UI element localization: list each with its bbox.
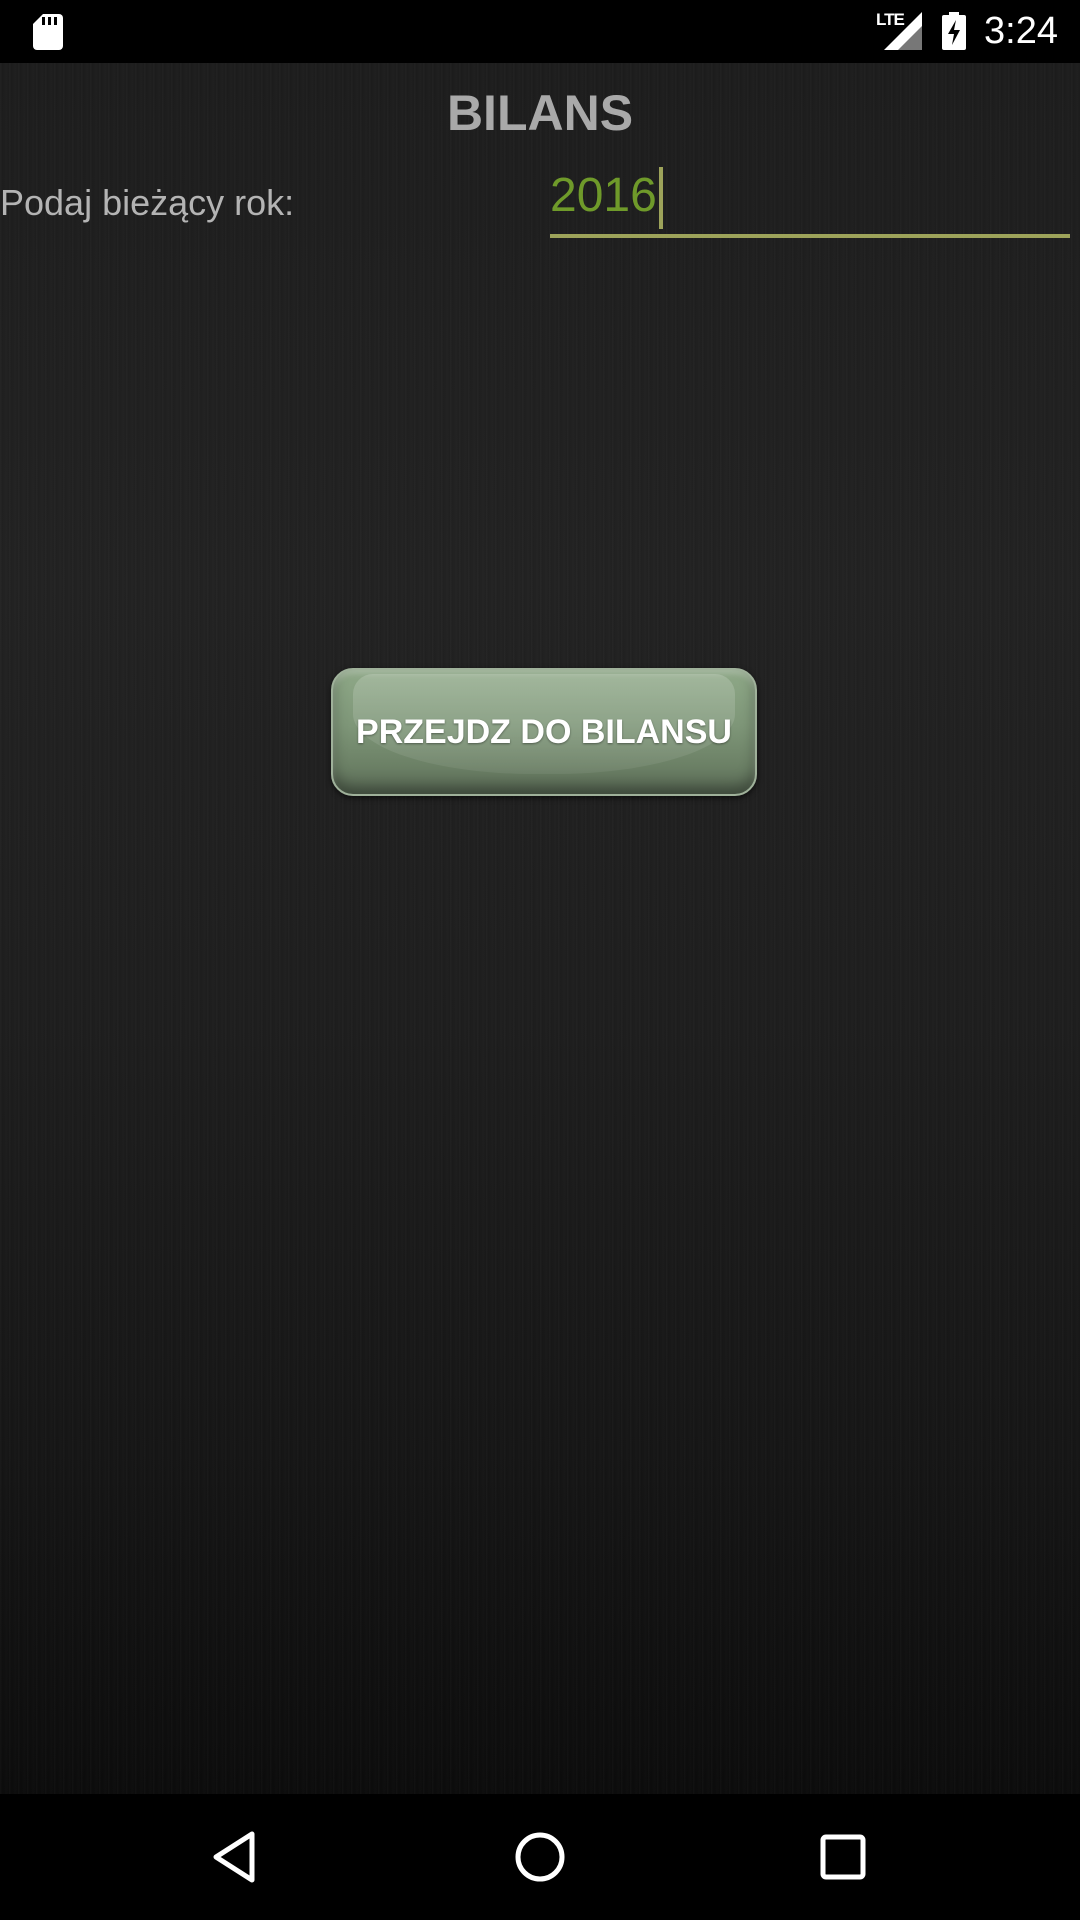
- sd-card-icon: [33, 14, 63, 50]
- text-cursor: [658, 167, 663, 230]
- year-label: Podaj bieżący rok:: [0, 182, 295, 223]
- status-bar: LTE 3:24: [0, 0, 1080, 63]
- app-content: BILANS Podaj bieżący rok: 2016 PRZEJDZ D…: [0, 63, 1080, 1794]
- battery-charging-icon: [942, 12, 966, 50]
- page-title: BILANS: [446, 85, 634, 141]
- home-icon[interactable]: [507, 1824, 573, 1890]
- screen: LTE 3:24 BILANS Podaj bieżący rok: 2016 …: [0, 0, 1080, 1920]
- clock: 3:24: [984, 10, 1058, 52]
- year-input[interactable]: 2016: [550, 158, 1070, 238]
- recents-icon[interactable]: [810, 1824, 876, 1890]
- navigation-bar: [0, 1794, 1080, 1920]
- year-value: 2016: [550, 169, 657, 222]
- go-to-balance-button-label: PRZEJDZ DO BILANSU: [356, 713, 732, 751]
- back-icon[interactable]: [204, 1824, 270, 1890]
- go-to-balance-button[interactable]: PRZEJDZ DO BILANSU: [331, 668, 757, 796]
- year-input-text: 2016: [550, 158, 663, 234]
- lte-signal-icon: [884, 12, 922, 50]
